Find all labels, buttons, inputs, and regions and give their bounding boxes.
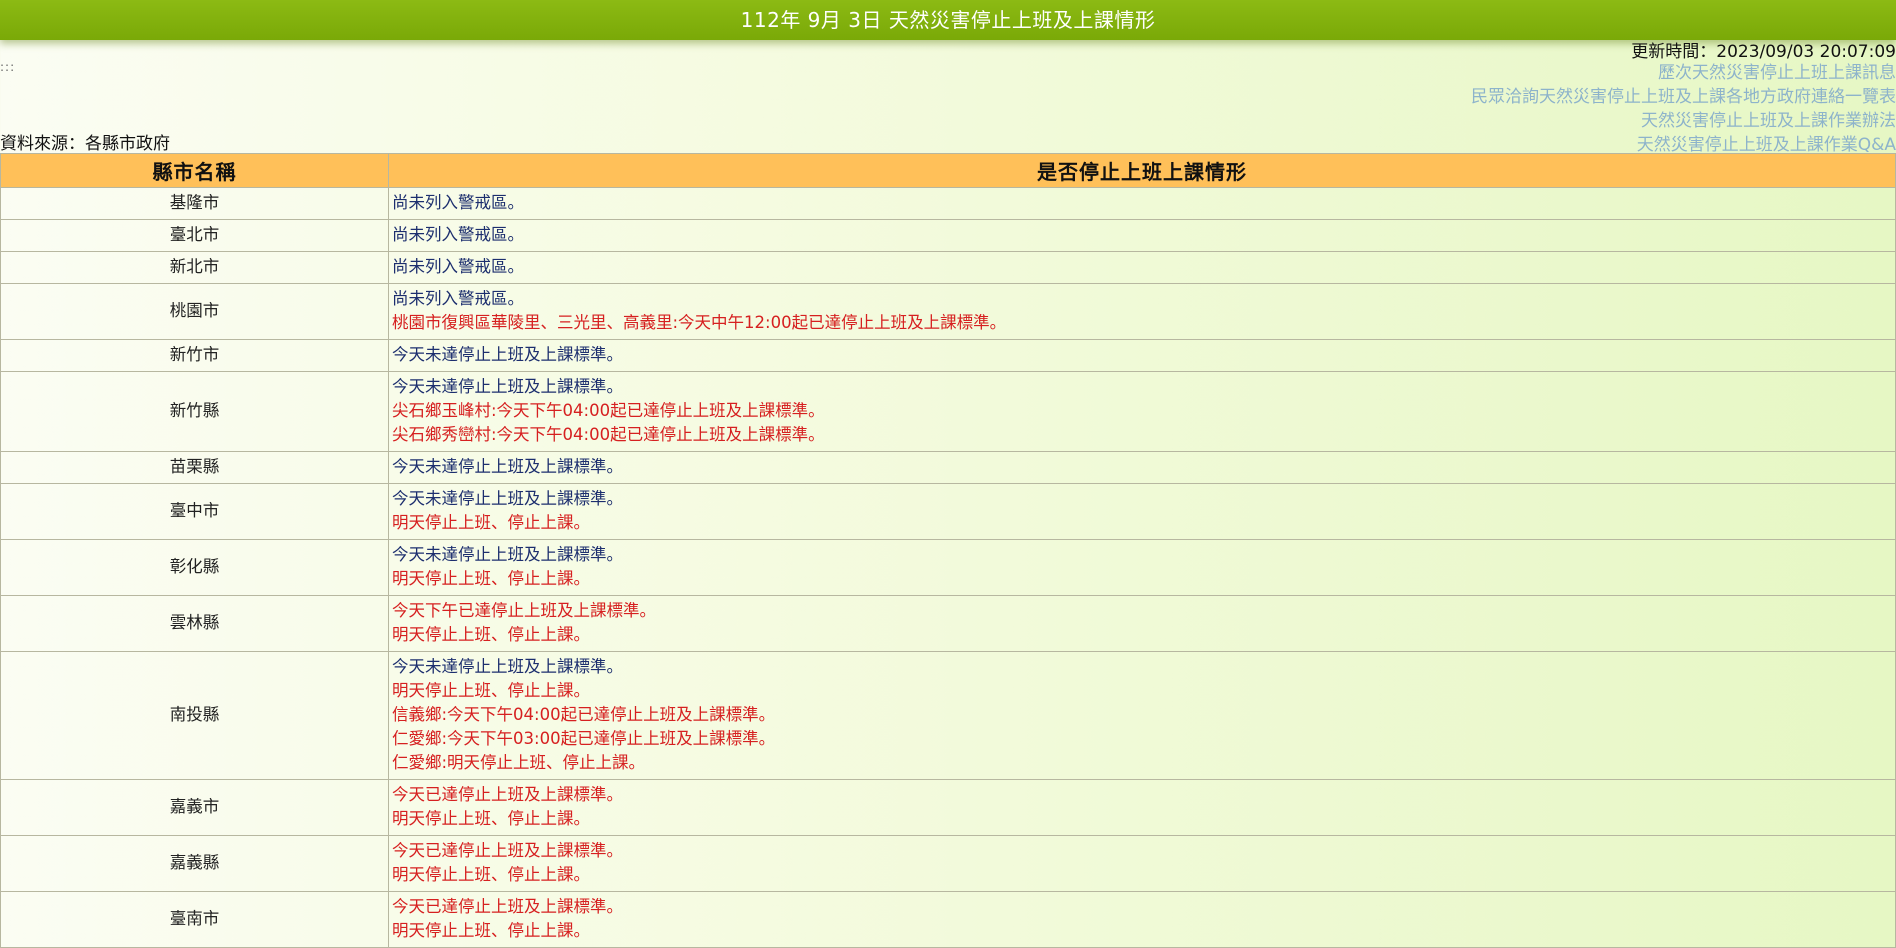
update-time: 更新時間：2023/09/03 20:07:09	[1631, 42, 1896, 62]
status-cell: 今天已達停止上班及上課標準。 明天停止上班、停止上課。	[388, 835, 1896, 892]
city-name: 彰化縣	[0, 539, 389, 596]
status-alert-text: 明天停止上班、停止上課。	[392, 921, 590, 940]
table-row: 嘉義市 今天已達停止上班及上課標準。 明天停止上班、停止上課。	[0, 779, 1896, 836]
status-alert-text: 明天停止上班、停止上課。	[392, 625, 590, 644]
city-name: 臺中市	[0, 483, 389, 540]
status-text: 尚未列入警戒區。	[392, 193, 524, 212]
status-cell: 今天已達停止上班及上課標準。 明天停止上班、停止上課。	[388, 779, 1896, 836]
status-alert-text: 仁愛鄉:今天下午03:00起已達停止上班及上課標準。	[392, 729, 776, 748]
table-row: 雲林縣 今天下午已達停止上班及上課標準。 明天停止上班、停止上課。	[0, 595, 1896, 652]
status-alert-text: 明天停止上班、停止上課。	[392, 865, 590, 884]
table-row: 新竹縣 今天未達停止上班及上課標準。尖石鄉玉峰村:今天下午04:00起已達停止上班…	[0, 371, 1896, 452]
status-alert-text: 明天停止上班、停止上課。	[392, 569, 590, 588]
table-body: 基隆市 尚未列入警戒區。 臺北市 尚未列入警戒區。 新北市 尚未列入警戒區。 桃園市 尚未列入…	[0, 187, 1896, 948]
table-row: 臺北市 尚未列入警戒區。	[0, 219, 1896, 252]
status-text: 尚未列入警戒區。	[392, 257, 524, 276]
related-links: 歷次天然災害停止上班上課訊息 民眾洽詢天然災害停止上班及上課各地方政府連絡一覽表…	[1471, 61, 1896, 157]
city-name: 桃園市	[0, 283, 389, 340]
decorative-dots: :::	[0, 60, 16, 74]
city-name: 新竹縣	[0, 371, 389, 452]
status-cell: 今天未達停止上班及上課標準。 明天停止上班、停止上課。	[388, 539, 1896, 596]
status-cell: 今天已達停止上班及上課標準。 明天停止上班、停止上課。	[388, 891, 1896, 948]
status-alert-text: 明天停止上班、停止上課。	[392, 513, 590, 532]
status-text: 今天未達停止上班及上課標準。	[392, 457, 623, 476]
status-alert-text: 今天已達停止上班及上課標準。	[392, 897, 623, 916]
link-regulations[interactable]: 天然災害停止上班及上課作業辦法	[1471, 109, 1896, 133]
status-cell: 尚未列入警戒區。桃園市復興區華陵里、三光里、高義里:今天中午12:00起已達停止…	[388, 283, 1896, 340]
table-row: 嘉義縣 今天已達停止上班及上課標準。 明天停止上班、停止上課。	[0, 835, 1896, 892]
page-title: 112年 9月 3日 天然災害停止上班及上課情形	[0, 0, 1896, 40]
table-row: 新竹市 今天未達停止上班及上課標準。	[0, 339, 1896, 372]
table-row: 基隆市 尚未列入警戒區。	[0, 187, 1896, 220]
status-alert-text: 尖石鄉玉峰村:今天下午04:00起已達停止上班及上課標準。	[392, 401, 825, 420]
status-alert-text: 明天停止上班、停止上課。	[392, 809, 590, 828]
city-name: 南投縣	[0, 651, 389, 780]
city-name: 臺南市	[0, 891, 389, 948]
table-header-row: 縣市名稱 是否停止上班上課情形	[0, 153, 1896, 188]
city-name: 嘉義縣	[0, 835, 389, 892]
status-cell: 今天未達停止上班及上課標準。 明天停止上班、停止上課。	[388, 483, 1896, 540]
table-row: 新北市 尚未列入警戒區。	[0, 251, 1896, 284]
status-text: 尚未列入警戒區。	[392, 225, 524, 244]
table-row: 彰化縣 今天未達停止上班及上課標準。 明天停止上班、停止上課。	[0, 539, 1896, 596]
status-alert-text: 今天已達停止上班及上課標準。	[392, 841, 623, 860]
link-contact-list[interactable]: 民眾洽詢天然災害停止上班及上課各地方政府連絡一覽表	[1471, 85, 1896, 109]
table-row: 苗栗縣 今天未達停止上班及上課標準。	[0, 451, 1896, 484]
status-text: 尚未列入警戒區。	[392, 289, 524, 308]
status-alert-text: 明天停止上班、停止上課。	[392, 681, 590, 700]
status-alert-text: 尖石鄉秀巒村:今天下午04:00起已達停止上班及上課標準。	[392, 425, 825, 444]
column-header-status: 是否停止上班上課情形	[388, 153, 1896, 188]
data-source: 資料來源：各縣市政府	[0, 134, 170, 154]
table-row: 桃園市 尚未列入警戒區。桃園市復興區華陵里、三光里、高義里:今天中午12:00起已…	[0, 283, 1896, 340]
city-name: 新竹市	[0, 339, 389, 372]
status-cell: 尚未列入警戒區。	[388, 219, 1896, 252]
city-name: 基隆市	[0, 187, 389, 220]
city-name: 苗栗縣	[0, 451, 389, 484]
city-name: 雲林縣	[0, 595, 389, 652]
status-text: 今天未達停止上班及上課標準。	[392, 545, 623, 564]
status-cell: 今天未達停止上班及上課標準。 明天停止上班、停止上課。信義鄉:今天下午04:00起…	[388, 651, 1896, 780]
status-alert-text: 今天已達停止上班及上課標準。	[392, 785, 623, 804]
status-cell: 尚未列入警戒區。	[388, 187, 1896, 220]
status-cell: 今天未達停止上班及上課標準。	[388, 339, 1896, 372]
city-name: 新北市	[0, 251, 389, 284]
city-name: 臺北市	[0, 219, 389, 252]
status-text: 今天未達停止上班及上課標準。	[392, 377, 623, 396]
status-table: 縣市名稱 是否停止上班上課情形 基隆市 尚未列入警戒區。 臺北市 尚未列入警戒區。 新北…	[0, 153, 1896, 948]
column-header-city: 縣市名稱	[0, 153, 389, 188]
status-text: 今天未達停止上班及上課標準。	[392, 489, 623, 508]
table-row: 臺中市 今天未達停止上班及上課標準。 明天停止上班、停止上課。	[0, 483, 1896, 540]
status-cell: 尚未列入警戒區。	[388, 251, 1896, 284]
status-alert-text: 仁愛鄉:明天停止上班、停止上課。	[392, 753, 646, 772]
status-alert-text: 今天下午已達停止上班及上課標準。	[392, 601, 656, 620]
table-row: 臺南市 今天已達停止上班及上課標準。 明天停止上班、停止上課。	[0, 891, 1896, 948]
status-text: 今天未達停止上班及上課標準。	[392, 345, 623, 364]
link-history-notices[interactable]: 歷次天然災害停止上班上課訊息	[1471, 61, 1896, 85]
status-alert-text: 信義鄉:今天下午04:00起已達停止上班及上課標準。	[392, 705, 776, 724]
table-row: 南投縣 今天未達停止上班及上課標準。 明天停止上班、停止上課。信義鄉:今天下午04:…	[0, 651, 1896, 780]
status-cell: 今天下午已達停止上班及上課標準。 明天停止上班、停止上課。	[388, 595, 1896, 652]
city-name: 嘉義市	[0, 779, 389, 836]
status-cell: 今天未達停止上班及上課標準。尖石鄉玉峰村:今天下午04:00起已達停止上班及上課…	[388, 371, 1896, 452]
status-text: 今天未達停止上班及上課標準。	[392, 657, 623, 676]
status-cell: 今天未達停止上班及上課標準。	[388, 451, 1896, 484]
status-alert-text: 桃園市復興區華陵里、三光里、高義里:今天中午12:00起已達停止上班及上課標準。	[392, 313, 1007, 332]
